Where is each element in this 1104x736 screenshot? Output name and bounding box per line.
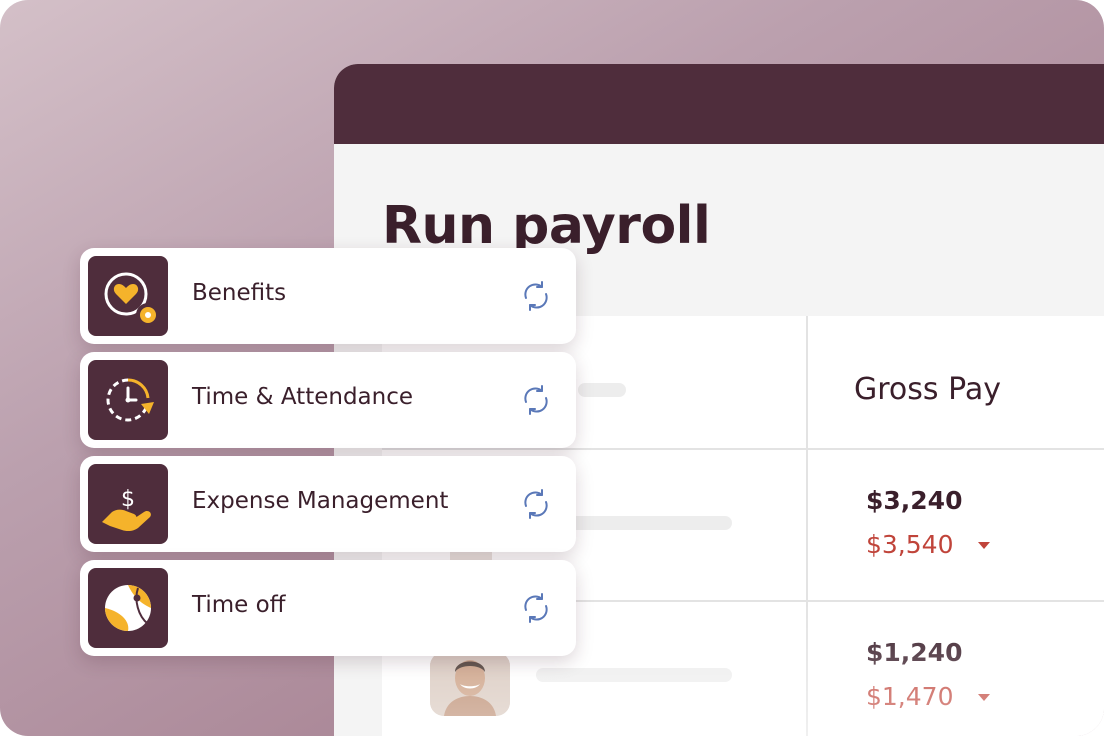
integration-label: Expense Management: [192, 488, 449, 514]
integration-card-benefits[interactable]: Benefits: [80, 248, 576, 344]
sync-icon[interactable]: [520, 384, 552, 416]
app-top-bar: [334, 64, 1104, 144]
heart-gear-icon: [88, 256, 168, 336]
caret-down-icon: [978, 694, 990, 701]
integration-card-expense-management[interactable]: $ Expense Management: [80, 456, 576, 552]
gross-pay-column-header: Gross Pay: [854, 372, 1001, 407]
sync-icon[interactable]: [520, 592, 552, 624]
integration-card-time-off[interactable]: Time off: [80, 560, 576, 656]
column-header-placeholder: [578, 383, 626, 397]
employee-name-placeholder: [536, 668, 732, 682]
integration-card-time-attendance[interactable]: Time & Attendance: [80, 352, 576, 448]
gross-pay-previous: $3,540: [866, 530, 954, 559]
column-divider: [806, 316, 808, 736]
gross-pay-previous: $1,470: [866, 682, 954, 711]
sync-icon[interactable]: [520, 280, 552, 312]
integration-label: Time & Attendance: [192, 384, 414, 410]
sync-icon[interactable]: [520, 488, 552, 520]
caret-down-icon: [978, 542, 990, 549]
gross-pay-current: $1,240: [866, 638, 963, 667]
page-title: Run payroll: [382, 196, 711, 256]
background-stage: Run payroll Gross Pay $3,240 $3,540 $1,2…: [0, 0, 1104, 736]
integration-label: Benefits: [192, 280, 287, 306]
clock-arrow-icon: [88, 360, 168, 440]
svg-text:$: $: [121, 487, 135, 512]
hand-dollar-icon: $: [88, 464, 168, 544]
beach-ball-icon: [88, 568, 168, 648]
employee-avatar-man: [430, 652, 510, 716]
integration-label: Time off: [192, 592, 286, 618]
gross-pay-current: $3,240: [866, 486, 963, 515]
row-divider: [382, 448, 1104, 450]
